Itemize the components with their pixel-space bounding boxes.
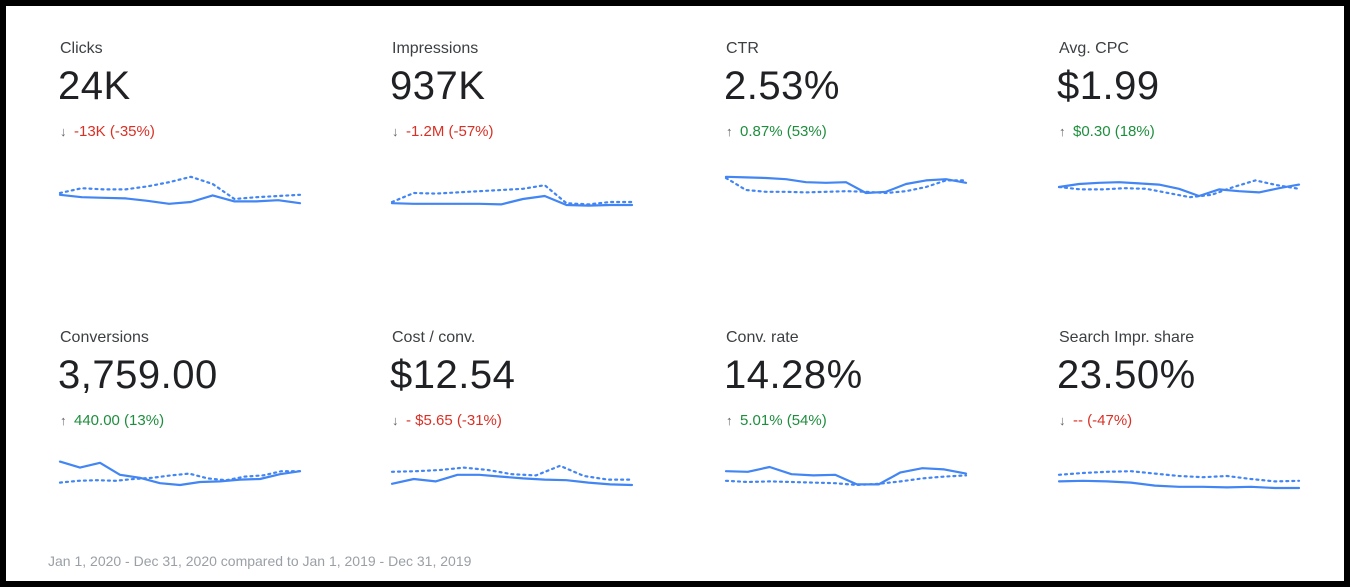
metric-card-impressions[interactable]: Impressions 937K ↓ -1.2M (-57%) bbox=[390, 40, 692, 280]
change-text: - $5.65 (-31%) bbox=[406, 412, 502, 429]
metric-card-search-impr-share[interactable]: Search Impr. share 23.50% ↓ -- (-47%) bbox=[1057, 329, 1350, 569]
current-period-line bbox=[724, 175, 968, 195]
change-text: -- (-47%) bbox=[1073, 412, 1133, 429]
metric-label: Impressions bbox=[392, 40, 479, 57]
metric-card-ctr[interactable]: CTR 2.53% ↑ 0.87% (53%) bbox=[724, 40, 1026, 280]
sparkline-conversions bbox=[58, 460, 302, 487]
metric-value: 937K bbox=[390, 64, 486, 108]
date-range-comparison: Jan 1, 2020 - Dec 31, 2020 compared to J… bbox=[48, 553, 472, 569]
metric-label: Cost / conv. bbox=[392, 329, 476, 346]
metric-label: Conversions bbox=[60, 329, 149, 346]
metric-change: ↓ -- (-47%) bbox=[1059, 412, 1132, 429]
current-period-line bbox=[390, 473, 634, 487]
metric-change: ↑ $0.30 (18%) bbox=[1059, 123, 1155, 140]
metric-card-avg-cpc[interactable]: Avg. CPC $1.99 ↑ $0.30 (18%) bbox=[1057, 40, 1350, 280]
metric-change: ↑ 440.00 (13%) bbox=[60, 412, 164, 429]
change-text: -13K (-35%) bbox=[74, 123, 155, 140]
previous-period-line bbox=[58, 470, 302, 484]
sparkline-search-impr-share bbox=[1057, 470, 1301, 490]
change-text: 5.01% (54%) bbox=[740, 412, 827, 429]
arrow-down-icon: ↓ bbox=[1059, 413, 1066, 428]
metric-value: 3,759.00 bbox=[58, 353, 218, 397]
sparkline-conv-rate bbox=[724, 465, 968, 487]
arrow-down-icon: ↓ bbox=[392, 124, 399, 139]
metric-change: ↑ 5.01% (54%) bbox=[726, 412, 827, 429]
current-period-line bbox=[1057, 479, 1301, 490]
previous-period-line bbox=[58, 175, 302, 201]
metric-value: 2.53% bbox=[724, 64, 840, 108]
change-text: $0.30 (18%) bbox=[1073, 123, 1155, 140]
metric-change: ↓ -1.2M (-57%) bbox=[392, 123, 494, 140]
sparkline-cost-per-conv bbox=[390, 464, 634, 487]
arrow-up-icon: ↑ bbox=[60, 413, 67, 428]
metric-value: 24K bbox=[58, 64, 131, 108]
arrow-up-icon: ↑ bbox=[726, 124, 733, 139]
arrow-down-icon: ↓ bbox=[392, 413, 399, 428]
metric-value: $12.54 bbox=[390, 353, 516, 397]
metric-card-conv-rate[interactable]: Conv. rate 14.28% ↑ 5.01% (54%) bbox=[724, 329, 1026, 569]
metric-value: 23.50% bbox=[1057, 353, 1196, 397]
performance-overview-panel: Clicks 24K ↓ -13K (-35%) Impressions 937K… bbox=[6, 6, 1344, 581]
sparkline-impressions bbox=[390, 184, 634, 207]
metric-change: ↑ 0.87% (53%) bbox=[726, 123, 827, 140]
metric-value: 14.28% bbox=[724, 353, 863, 397]
sparkline-ctr bbox=[724, 175, 968, 195]
metric-card-clicks[interactable]: Clicks 24K ↓ -13K (-35%) bbox=[58, 40, 360, 280]
metric-card-conversions[interactable]: Conversions 3,759.00 ↑ 440.00 (13%) bbox=[58, 329, 360, 569]
metric-change: ↓ -13K (-35%) bbox=[60, 123, 155, 140]
metric-value: $1.99 bbox=[1057, 64, 1160, 108]
metric-label: Conv. rate bbox=[726, 329, 799, 346]
sparkline-avg-cpc bbox=[1057, 179, 1301, 199]
arrow-up-icon: ↑ bbox=[726, 413, 733, 428]
sparkline-clicks bbox=[58, 175, 302, 205]
metric-label: CTR bbox=[726, 40, 759, 57]
metric-label: Clicks bbox=[60, 40, 103, 57]
metric-change: ↓ - $5.65 (-31%) bbox=[392, 412, 502, 429]
previous-period-line bbox=[1057, 470, 1301, 483]
change-text: -1.2M (-57%) bbox=[406, 123, 494, 140]
change-text: 440.00 (13%) bbox=[74, 412, 165, 429]
arrow-down-icon: ↓ bbox=[60, 124, 67, 139]
metric-label: Avg. CPC bbox=[1059, 40, 1129, 57]
arrow-up-icon: ↑ bbox=[1059, 124, 1066, 139]
metric-label: Search Impr. share bbox=[1059, 329, 1195, 346]
metric-card-cost-per-conv[interactable]: Cost / conv. $12.54 ↓ - $5.65 (-31%) bbox=[390, 329, 692, 569]
change-text: 0.87% (53%) bbox=[740, 123, 827, 140]
current-period-line bbox=[58, 460, 302, 487]
